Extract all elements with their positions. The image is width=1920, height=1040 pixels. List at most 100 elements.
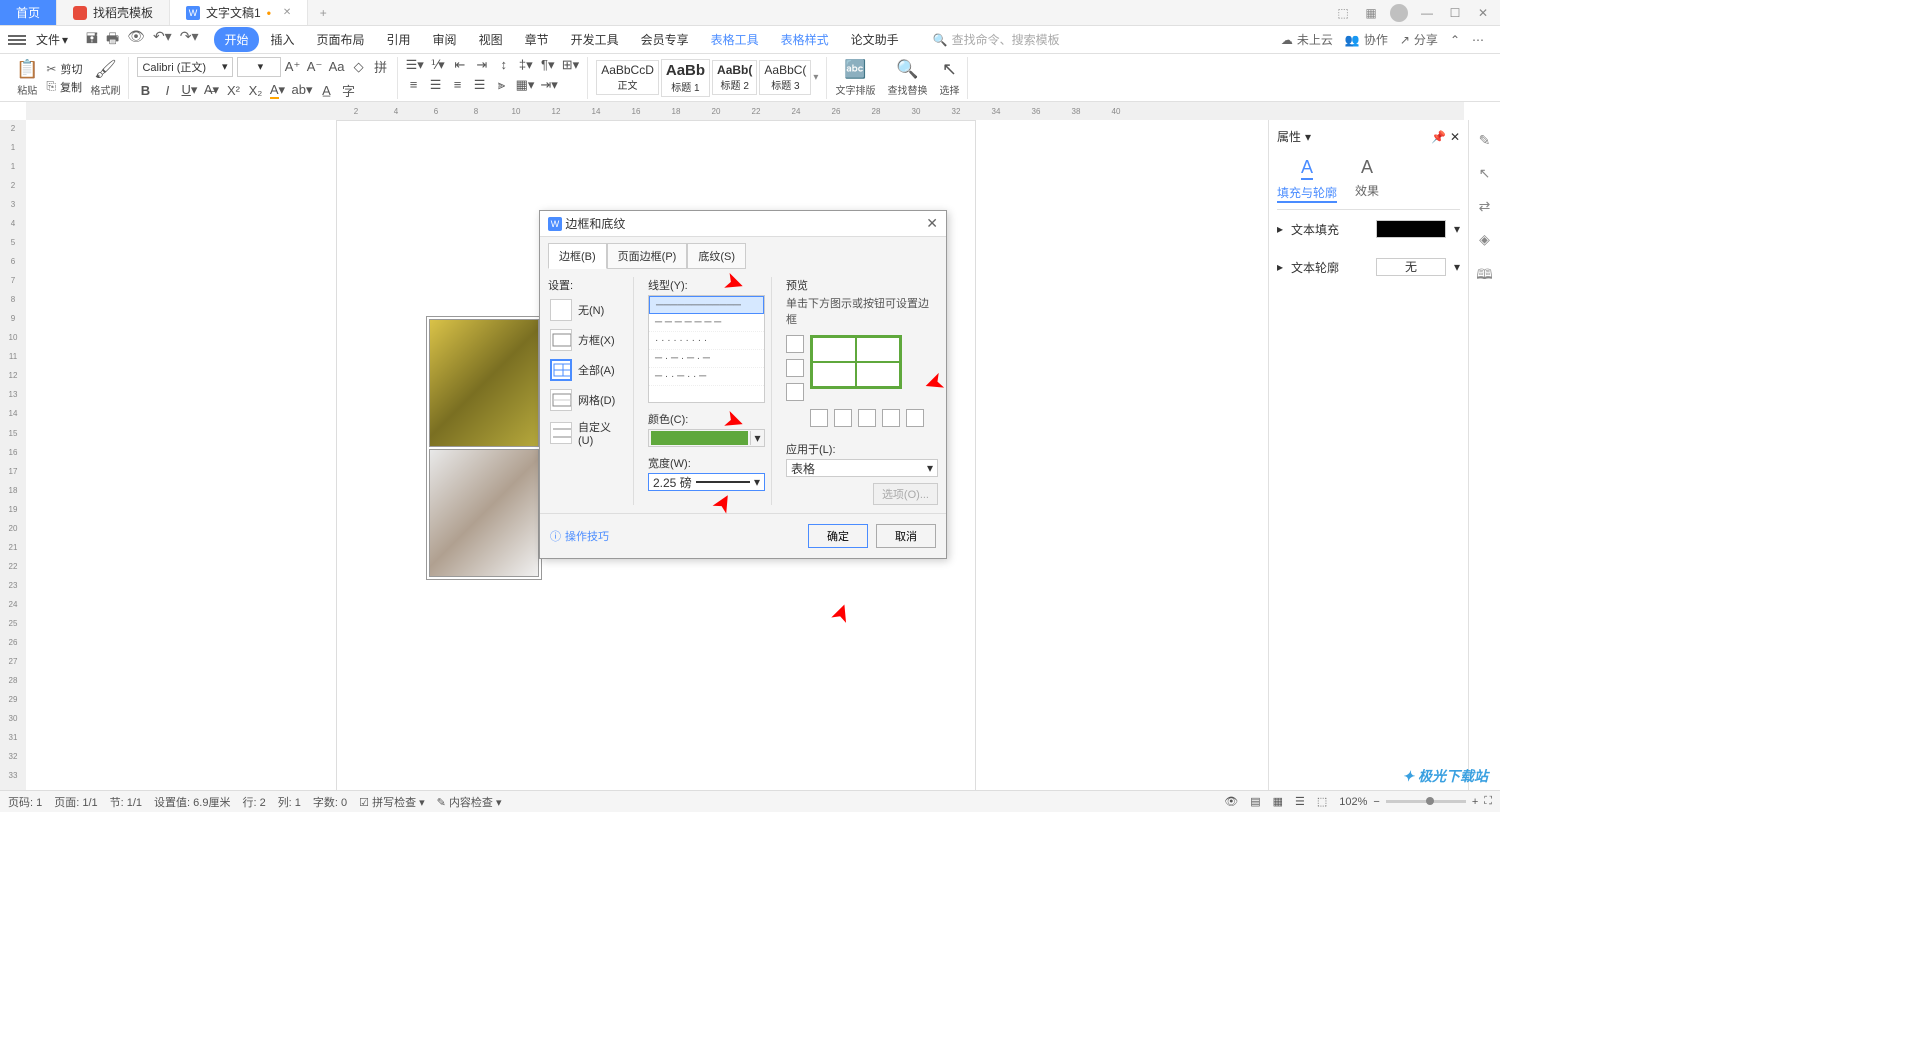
pin-icon[interactable]: 📌: [1431, 130, 1446, 144]
menu-view[interactable]: 视图: [469, 27, 513, 52]
status-pages[interactable]: 页面: 1/1: [54, 794, 97, 810]
setting-grid[interactable]: 网格(D): [548, 385, 627, 415]
collab-button[interactable]: 👥 协作: [1345, 31, 1388, 48]
style-h3[interactable]: AaBbC(标题 3: [759, 60, 811, 95]
grid-icon[interactable]: ▦: [1362, 6, 1380, 20]
border-icon[interactable]: ⊞▾: [562, 57, 579, 73]
preview-icon[interactable]: 👁: [127, 28, 145, 52]
font-select[interactable]: Calibri (正文)▾: [137, 57, 232, 77]
menu-review[interactable]: 审阅: [423, 27, 467, 52]
tab-home[interactable]: 首页: [0, 0, 57, 25]
fill-swatch[interactable]: [1376, 220, 1446, 238]
more-icon[interactable]: ⋯: [1472, 33, 1484, 47]
style-listbox[interactable]: ──────────── ─ ─ ─ ─ ─ ─ ─ · · · · · · ·…: [648, 295, 765, 403]
menu-member[interactable]: 会员专享: [631, 27, 699, 52]
menu-insert[interactable]: 插入: [261, 27, 305, 52]
ok-button[interactable]: 确定: [808, 524, 868, 548]
strike-icon[interactable]: A̶▾: [203, 82, 219, 98]
status-page[interactable]: 页码: 1: [8, 794, 42, 810]
border-left-btn[interactable]: [834, 409, 852, 427]
status-pos[interactable]: 设置值: 6.9厘米: [154, 794, 230, 810]
share-button[interactable]: ↗ 分享: [1400, 31, 1438, 48]
border-vmid-btn[interactable]: [858, 409, 876, 427]
outline-select[interactable]: 无: [1376, 258, 1446, 276]
setting-box[interactable]: 方框(X): [548, 325, 627, 355]
menu-start[interactable]: 开始: [214, 27, 258, 52]
clear-format-icon[interactable]: ◇: [351, 59, 367, 75]
format-painter[interactable]: 🖌格式刷: [90, 59, 120, 97]
zoom-value[interactable]: 102%: [1339, 796, 1367, 808]
apply-select[interactable]: 表格▾: [786, 459, 938, 477]
distribute-icon[interactable]: ⫸: [494, 77, 510, 93]
text-fill-row[interactable]: ▸ 文本填充▾: [1277, 210, 1460, 248]
indent-icon[interactable]: ⇥: [474, 57, 490, 73]
find-button[interactable]: 🔍查找替换: [887, 59, 927, 97]
dialog-tab-shading[interactable]: 底纹(S): [687, 243, 746, 269]
menu-table-style[interactable]: 表格样式: [771, 27, 839, 52]
maximize-icon[interactable]: ☐: [1446, 6, 1464, 20]
style-h1[interactable]: AaBb标题 1: [661, 59, 710, 97]
status-section[interactable]: 节: 1/1: [110, 794, 142, 810]
line-space-icon[interactable]: ‡▾: [518, 57, 534, 73]
italic-icon[interactable]: I: [159, 83, 175, 98]
file-menu[interactable]: 文件▾: [30, 29, 74, 50]
border-hmid-btn[interactable]: [786, 359, 804, 377]
paste-button[interactable]: 📋粘贴: [16, 59, 38, 97]
tab-icon[interactable]: ⇥▾: [540, 77, 557, 93]
change-case-icon[interactable]: Aa: [329, 59, 345, 74]
border-diag2-btn[interactable]: [906, 409, 924, 427]
menu-thesis[interactable]: 论文助手: [841, 27, 909, 52]
cut-button[interactable]: ✂剪切: [46, 61, 82, 77]
zoom-in-icon[interactable]: +: [1472, 796, 1478, 808]
settings-icon[interactable]: ⇄: [1479, 198, 1491, 215]
outdent-icon[interactable]: ⇤: [452, 57, 468, 73]
align-right-icon[interactable]: ≡: [450, 77, 466, 92]
panel-close-icon[interactable]: ✕: [1450, 130, 1460, 144]
preview-grid[interactable]: [810, 335, 902, 389]
sort-icon[interactable]: ↕: [496, 57, 512, 72]
style-body[interactable]: AaBbCcD正文: [596, 60, 659, 95]
tab-document[interactable]: W文字文稿1•✕: [170, 0, 308, 25]
align-left-icon[interactable]: ≡: [406, 77, 422, 92]
menu-layout[interactable]: 页面布局: [307, 27, 375, 52]
fit-icon[interactable]: ⬚: [1317, 795, 1327, 808]
highlight-icon[interactable]: ab▾: [291, 82, 312, 98]
view-outline-icon[interactable]: ☰: [1295, 795, 1305, 808]
tab-effect[interactable]: A效果: [1355, 157, 1379, 203]
typeset-button[interactable]: 🔤文字排版: [835, 59, 875, 97]
menu-icon[interactable]: [8, 35, 26, 45]
select-button[interactable]: ↖选择: [939, 59, 959, 97]
dialog-close-icon[interactable]: ✕: [926, 215, 938, 232]
zoom-out-icon[interactable]: −: [1373, 796, 1379, 808]
status-line[interactable]: 行: 2: [242, 794, 265, 810]
underline-icon[interactable]: U▾: [181, 82, 197, 98]
avatar[interactable]: [1390, 4, 1408, 22]
text-outline-row[interactable]: ▸ 文本轮廓无▾: [1277, 248, 1460, 286]
cloud-status[interactable]: ☁ 未上云: [1281, 31, 1333, 48]
nav-icon[interactable]: ◈: [1479, 231, 1490, 248]
grow-font-icon[interactable]: A⁺: [285, 59, 301, 75]
pen-icon[interactable]: ✎: [1479, 132, 1491, 149]
layout-icon[interactable]: ⬚: [1334, 6, 1352, 20]
dialog-tab-page[interactable]: 页面边框(P): [607, 243, 688, 269]
align-center-icon[interactable]: ☰: [428, 77, 444, 93]
print-icon[interactable]: 🖶: [106, 28, 119, 52]
menu-dev[interactable]: 开发工具: [561, 27, 629, 52]
status-words[interactable]: 字数: 0: [313, 794, 347, 810]
menu-table-tools[interactable]: 表格工具: [701, 27, 769, 52]
styles-more-icon[interactable]: ▾: [813, 72, 818, 83]
undo-icon[interactable]: ↶▾: [153, 28, 172, 52]
redo-icon[interactable]: ↷▾: [180, 28, 199, 52]
view-read-icon[interactable]: 👁: [1224, 795, 1238, 808]
pinyin-icon[interactable]: 拼: [373, 57, 389, 76]
size-select[interactable]: ▾: [237, 57, 281, 77]
status-spell[interactable]: ☑ 拼写检查 ▾: [359, 794, 425, 810]
book-icon[interactable]: 🕮: [1476, 264, 1493, 288]
border-bottom-btn[interactable]: [786, 383, 804, 401]
cancel-button[interactable]: 取消: [876, 524, 936, 548]
fullscreen-icon[interactable]: ⛶: [1484, 795, 1492, 808]
justify-icon[interactable]: ☰: [472, 77, 488, 93]
font-color-icon[interactable]: A▾: [269, 82, 285, 98]
dialog-tab-border[interactable]: 边框(B): [548, 243, 607, 269]
bullets-icon[interactable]: ☰▾: [406, 57, 424, 73]
